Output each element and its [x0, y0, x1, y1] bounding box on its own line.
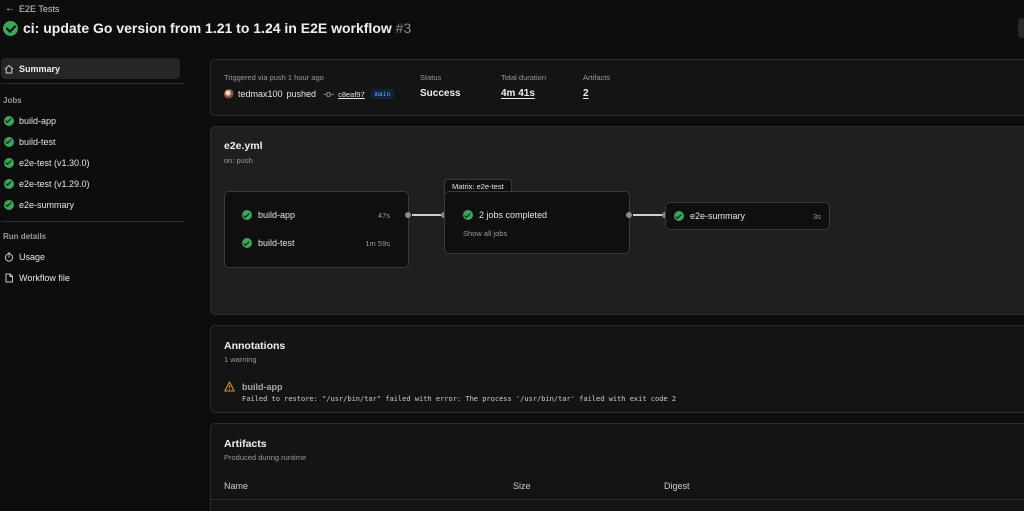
run-number: #3 [395, 20, 412, 36]
column-header-name: Name [224, 481, 249, 491]
column-header-digest: Digest [664, 481, 690, 491]
job-node-build-test[interactable]: build-test [242, 238, 295, 248]
run-details-heading: Run details [3, 232, 47, 241]
connector-dot [405, 212, 411, 218]
check-circle-icon [4, 115, 14, 126]
sidebar-item-label: build-test [19, 136, 56, 147]
sidebar-item-label: Workflow file [19, 272, 70, 283]
home-icon [4, 64, 14, 73]
sidebar-item-label: e2e-summary [19, 199, 75, 210]
connector-line [633, 214, 662, 216]
artifacts-subtitle: Produced during runtime [224, 453, 307, 462]
check-circle-icon [3, 20, 18, 36]
avatar[interactable] [224, 89, 234, 99]
check-circle-icon [4, 178, 14, 189]
arrow-left-icon: ← [5, 3, 15, 14]
check-circle-icon [4, 157, 14, 168]
annotation-message: Failed to restore: "/usr/bin/tar" failed… [242, 395, 677, 403]
sidebar-item-workflow-file[interactable]: Workflow file [0, 267, 185, 288]
page-title: ci: update Go version from 1.21 to 1.24 … [23, 20, 411, 36]
job-name: build-app [258, 210, 296, 220]
file-icon [5, 273, 13, 282]
sidebar-item-summary[interactable]: Summary [1, 58, 180, 79]
duration-value[interactable]: 4m 41s [501, 88, 535, 99]
duration-label: Total duration [501, 73, 547, 82]
sidebar-item-e2e-summary[interactable]: e2e-summary [0, 194, 185, 215]
git-commit-icon: -o- [323, 89, 335, 99]
job-duration: 3s [813, 212, 821, 221]
artifacts-label: Artifacts [583, 73, 611, 82]
trigger-label: Triggered via push 1 hour ago [224, 73, 324, 82]
divider [211, 499, 1024, 500]
back-link[interactable]: ← E2E Tests [5, 3, 60, 15]
artifacts-title: Artifacts [224, 438, 267, 450]
jobs-heading: Jobs [3, 96, 22, 105]
branch-badge[interactable]: main [370, 89, 395, 99]
matrix-node-e2e-test[interactable]: 2 jobs completed Show all jobs [444, 191, 630, 254]
run-summary-panel: Triggered via push 1 hour ago tedmax100 … [210, 59, 1024, 116]
check-circle-icon [242, 210, 252, 220]
workflow-file-name: e2e.yml [224, 140, 263, 152]
sidebar-item-label: Summary [19, 63, 61, 74]
stopwatch-icon [4, 252, 14, 262]
sidebar-item-label: e2e-test (v1.29.0) [19, 178, 90, 189]
annotation-job-link[interactable]: build-app [242, 382, 283, 392]
sidebar-item-label: Usage [19, 251, 46, 262]
divider [1, 83, 184, 84]
annotations-title: Annotations [224, 340, 286, 352]
page-title-row: ci: update Go version from 1.21 to 1.24 … [3, 20, 411, 36]
actor-name[interactable]: tedmax100 [238, 89, 283, 99]
commit-link[interactable]: c8eaf97 [338, 90, 365, 99]
job-duration: 1m 59s [365, 239, 390, 248]
job-group-build: build-app 47s build-test 1m 59s [224, 191, 409, 268]
sidebar-item-e2e-test-v1-29[interactable]: e2e-test (v1.29.0) [0, 173, 185, 194]
status-label: Status [420, 73, 442, 82]
job-name: e2e-summary [690, 211, 746, 221]
connector-dot [626, 212, 632, 218]
column-header-size: Size [513, 481, 531, 491]
back-link-label: E2E Tests [19, 4, 60, 14]
check-circle-icon [463, 210, 473, 220]
job-name: build-test [258, 238, 295, 248]
divider [1, 221, 184, 222]
check-circle-icon [4, 136, 14, 147]
push-info: tedmax100 pushed -o- c8eaf97 main [224, 89, 395, 99]
sidebar-item-e2e-test-v1-30[interactable]: e2e-test (v1.30.0) [0, 152, 185, 173]
check-circle-icon [4, 199, 14, 210]
check-circle-icon [242, 238, 252, 248]
status-value: Success [420, 88, 461, 99]
job-node-e2e-summary[interactable]: e2e-summary 3s [665, 202, 830, 230]
check-circle-icon [674, 211, 684, 221]
sidebar-item-usage[interactable]: Usage [0, 246, 185, 267]
artifacts-count[interactable]: 2 [583, 88, 589, 99]
push-action: pushed [286, 89, 317, 99]
workflow-trigger: on: push [224, 156, 253, 165]
matrix-status: 2 jobs completed [479, 210, 548, 220]
sidebar-item-build-app[interactable]: build-app [0, 110, 185, 131]
job-row: e2e-summary [674, 211, 745, 221]
connector-line [412, 214, 441, 216]
warning-icon [224, 381, 235, 392]
matrix-summary: 2 jobs completed [463, 210, 547, 220]
more-actions-button[interactable] [1018, 18, 1024, 38]
show-all-jobs-link[interactable]: Show all jobs [463, 229, 507, 238]
run-title: ci: update Go version from 1.21 to 1.24 … [23, 20, 392, 36]
sidebar-item-label: e2e-test (v1.30.0) [19, 157, 90, 168]
annotations-count: 1 warning [224, 355, 257, 364]
job-node-build-app[interactable]: build-app [242, 210, 295, 220]
sidebar-item-label: build-app [19, 115, 57, 126]
annotations-panel: Annotations 1 warning build-app Failed t… [210, 325, 1024, 413]
job-duration: 47s [377, 211, 390, 220]
sidebar-item-build-test[interactable]: build-test [0, 131, 185, 152]
artifacts-panel: Artifacts Produced during runtime Name S… [210, 423, 1024, 511]
sidebar: Summary Jobs build-app build-test e2e-te… [0, 58, 185, 288]
